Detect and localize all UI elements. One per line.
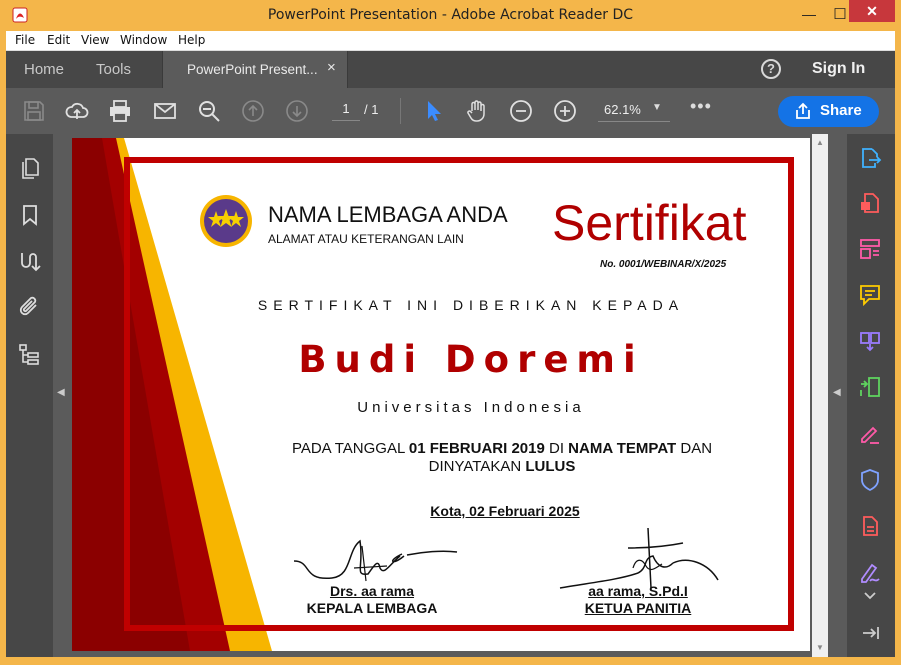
signer-1-name: Drs. aa rama: [329, 583, 415, 599]
left-navigation-panel: [6, 134, 53, 657]
certificate-description: PADA TANGGAL 01 FEBRUARI 2019 DI NAMA TE…: [291, 440, 713, 475]
fill-sign-icon[interactable]: [858, 422, 882, 446]
certificate-title: Sertifikat: [552, 195, 747, 251]
attachment-icon[interactable]: [18, 295, 42, 319]
menu-view[interactable]: View: [81, 33, 109, 47]
menu-file[interactable]: File: [15, 33, 35, 47]
minimize-button[interactable]: —: [795, 2, 823, 26]
certificate-number: No. 0001/WEBINAR/X/2025: [600, 259, 727, 270]
acrobat-window: PowerPoint Presentation - Adobe Acrobat …: [0, 0, 901, 665]
right-panel-collapse[interactable]: ◀: [828, 134, 847, 657]
tab-document[interactable]: PowerPoint Present... ×: [162, 51, 348, 88]
window-title: PowerPoint Presentation - Adobe Acrobat …: [267, 7, 634, 23]
export-pdf-icon[interactable]: [858, 146, 882, 170]
document-tab-label: PowerPoint Present...: [187, 62, 318, 77]
more-tools-icon[interactable]: •••: [690, 96, 712, 117]
menu-edit[interactable]: Edit: [47, 33, 70, 47]
edit-pdf-icon[interactable]: [858, 237, 882, 261]
chevron-down-icon[interactable]: ▼: [652, 102, 662, 113]
chevron-left-icon: ◀: [57, 387, 65, 398]
left-panel-collapse[interactable]: ◀: [53, 134, 70, 657]
right-tools-panel: [847, 134, 895, 657]
place-date: Kota, 02 Februari 2025: [430, 503, 580, 519]
signer-2-name: aa rama, S.Pd.I: [588, 583, 688, 599]
zoom-out-icon[interactable]: [509, 99, 533, 123]
page-number-input[interactable]: 1: [332, 101, 360, 121]
chevron-left-icon: ◀: [833, 387, 841, 398]
menu-bar: File Edit View Window Help: [6, 31, 895, 51]
help-icon[interactable]: ?: [761, 59, 781, 79]
page-total: / 1: [364, 102, 379, 117]
combine-files-icon[interactable]: [858, 329, 882, 353]
page-down-icon[interactable]: [285, 99, 309, 123]
vertical-scrollbar[interactable]: ▲ ▼: [812, 134, 828, 657]
menu-window[interactable]: Window: [120, 33, 167, 47]
organization-name: NAMA LEMBAGA ANDA: [268, 202, 508, 227]
structure-icon[interactable]: [18, 343, 42, 367]
menu-help[interactable]: Help: [178, 33, 205, 47]
organization-logo: [200, 195, 252, 247]
sign-icon[interactable]: [858, 561, 882, 585]
toolbar-divider: [400, 98, 401, 124]
toolbar: 1 / 1 62.1% ▼ ••• Share: [6, 88, 895, 134]
close-button[interactable]: ✕: [849, 0, 895, 22]
protect-icon[interactable]: [858, 468, 882, 492]
tab-tools[interactable]: Tools: [96, 61, 131, 78]
bookmark-icon[interactable]: [18, 203, 42, 227]
zoom-search-icon[interactable]: [197, 99, 221, 123]
chevron-down-icon[interactable]: [858, 584, 882, 608]
share-button[interactable]: Share: [778, 96, 879, 127]
collapse-panel-icon[interactable]: [858, 621, 882, 645]
window-bottom-border: [0, 657, 901, 665]
document-viewport: NAMA LEMBAGA ANDA ALAMAT ATAU KETERANGAN…: [70, 134, 828, 657]
tab-home[interactable]: Home: [24, 61, 64, 78]
pdf-page: NAMA LEMBAGA ANDA ALAMAT ATAU KETERANGAN…: [72, 138, 810, 651]
save-icon[interactable]: [22, 99, 46, 123]
document-tab-close-icon[interactable]: ×: [327, 59, 336, 76]
sign-in-button[interactable]: Sign In: [812, 60, 865, 78]
signature-icon[interactable]: [18, 249, 42, 273]
recipient-name: Budi Doremi: [298, 338, 644, 381]
create-pdf-icon[interactable]: [858, 191, 882, 215]
organization-address: ALAMAT ATAU KETERANGAN LAIN: [268, 232, 464, 246]
signer-2-role: KETUA PANITIA: [584, 600, 692, 616]
print-icon[interactable]: [108, 99, 132, 123]
select-cursor-icon[interactable]: [422, 99, 446, 123]
share-icon: [796, 102, 810, 119]
scroll-down-icon[interactable]: ▼: [816, 643, 824, 652]
title-bar: PowerPoint Presentation - Adobe Acrobat …: [6, 0, 895, 31]
given-to-text: SERTIFIKAT INI DIBERIKAN KEPADA: [257, 297, 685, 313]
upload-cloud-icon[interactable]: [65, 99, 89, 123]
pages-icon[interactable]: [18, 156, 42, 180]
mail-icon[interactable]: [153, 99, 177, 123]
organize-pages-icon[interactable]: [858, 375, 882, 399]
stars-icon: [208, 209, 244, 227]
share-label: Share: [820, 102, 862, 119]
tab-bar: Home Tools PowerPoint Present... × ? Sig…: [6, 51, 895, 88]
page-up-icon[interactable]: [241, 99, 265, 123]
comment-icon[interactable]: [858, 283, 882, 307]
scroll-up-icon[interactable]: ▲: [816, 138, 824, 147]
zoom-in-icon[interactable]: [553, 99, 577, 123]
recipient-institution: Universitas Indonesia: [357, 399, 585, 416]
compress-icon[interactable]: [858, 514, 882, 538]
hand-icon[interactable]: [465, 99, 489, 123]
signer-1-role: KEPALA LEMBAGA: [306, 600, 438, 616]
